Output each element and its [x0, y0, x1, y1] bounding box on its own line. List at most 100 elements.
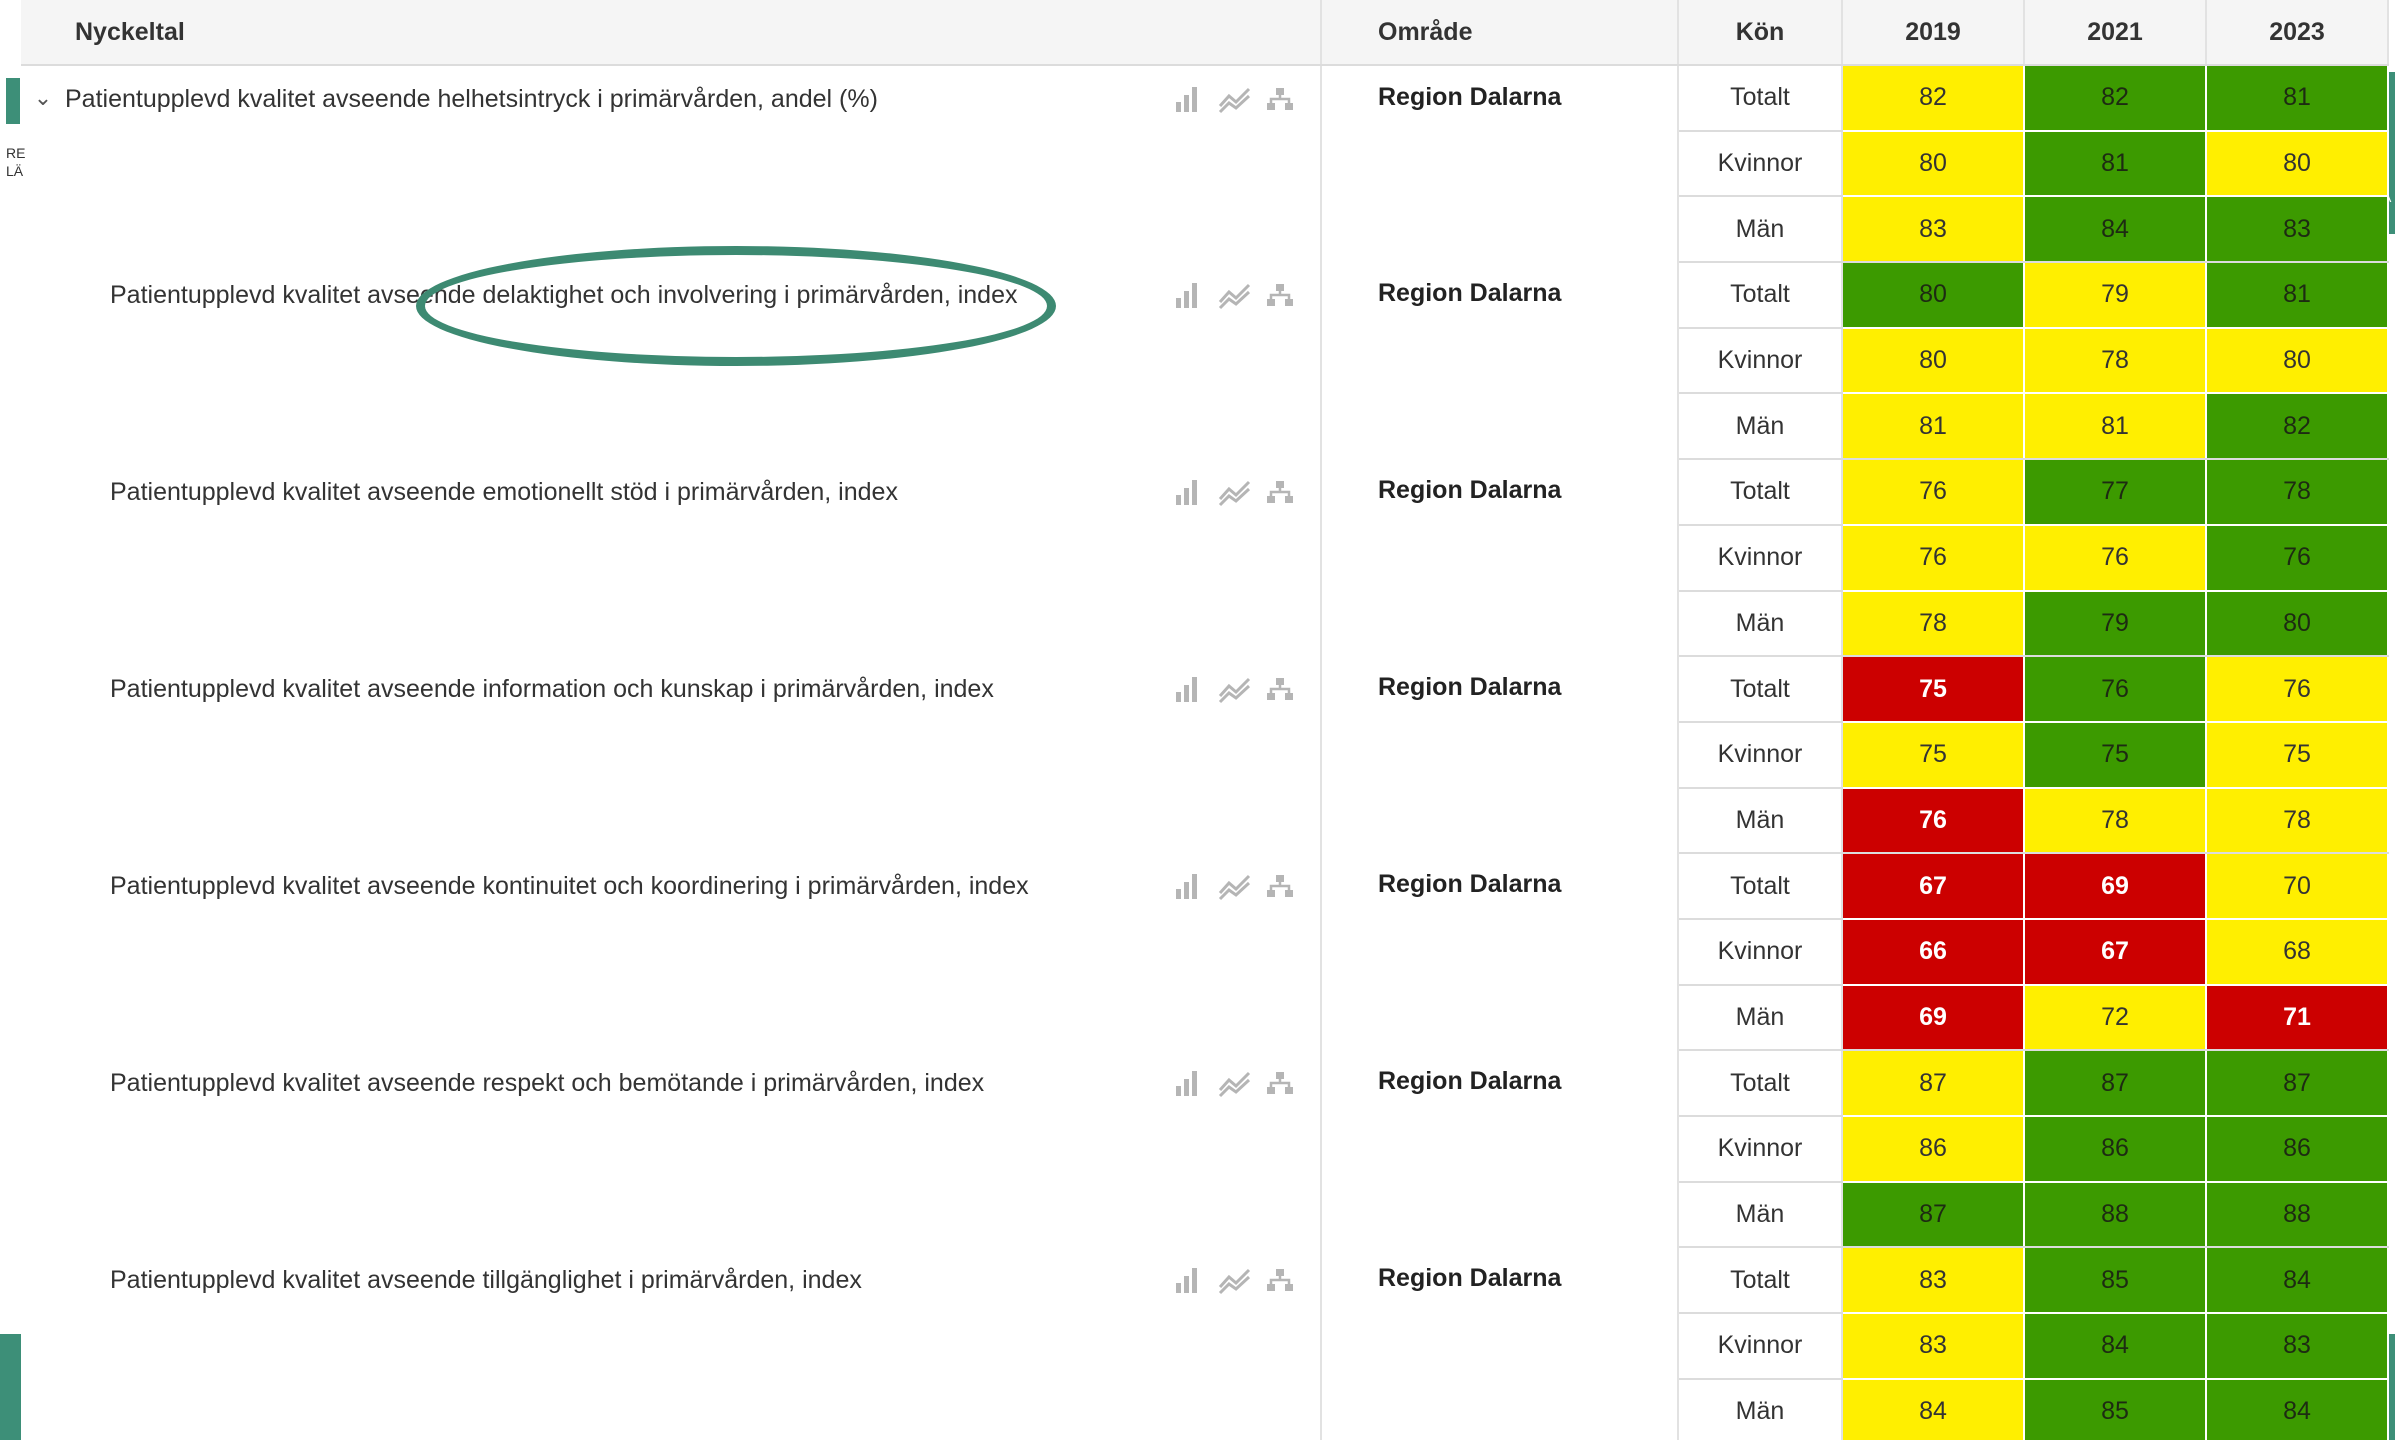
- value-cell[interactable]: 76: [2206, 656, 2389, 723]
- kpi-name[interactable]: Patientupplevd kvalitet avseende delakti…: [110, 280, 1017, 310]
- value-cell[interactable]: 76: [1842, 787, 2025, 855]
- trend-line-icon[interactable]: [1218, 1265, 1251, 1295]
- value-cell[interactable]: 86: [2024, 1116, 2207, 1183]
- value-cell[interactable]: 83: [2206, 1313, 2389, 1380]
- value-cell[interactable]: 88: [2024, 1181, 2207, 1249]
- value-cell[interactable]: 67: [1842, 853, 2025, 920]
- value-cell[interactable]: 83: [2206, 196, 2389, 264]
- value-cell[interactable]: 78: [2024, 787, 2207, 855]
- value-cell[interactable]: 78: [2206, 459, 2389, 526]
- sex-cell: Kvinnor: [1678, 130, 1843, 198]
- value-cell[interactable]: 78: [2206, 787, 2389, 855]
- value-cell[interactable]: 80: [1842, 130, 2025, 198]
- value-cell[interactable]: 71: [2206, 984, 2389, 1052]
- value-cell[interactable]: 87: [2206, 1050, 2389, 1117]
- value-cell[interactable]: 79: [2024, 590, 2207, 658]
- trend-line-icon[interactable]: [1218, 84, 1251, 114]
- value-cell[interactable]: 87: [1842, 1050, 2025, 1117]
- value-cell[interactable]: 75: [2024, 721, 2207, 789]
- hierarchy-icon[interactable]: [1264, 674, 1296, 704]
- value-cell[interactable]: 85: [2024, 1247, 2207, 1315]
- value-cell[interactable]: 83: [1842, 196, 2025, 264]
- kpi-name[interactable]: Patientupplevd kvalitet avseende informa…: [110, 674, 994, 704]
- value-cell[interactable]: 84: [2206, 1378, 2389, 1440]
- value-cell[interactable]: 80: [1842, 262, 2025, 329]
- value-cell[interactable]: 76: [2024, 656, 2207, 723]
- value-cell[interactable]: 80: [2206, 590, 2389, 658]
- value-cell[interactable]: 76: [1842, 524, 2025, 592]
- value-cell[interactable]: 66: [1842, 918, 2025, 986]
- trend-line-icon[interactable]: [1218, 674, 1251, 704]
- value-cell[interactable]: 82: [2206, 393, 2389, 461]
- value-cell[interactable]: 79: [2024, 262, 2207, 329]
- kpi-name[interactable]: Patientupplevd kvalitet avseende helhets…: [65, 84, 878, 114]
- value-cell[interactable]: 83: [1842, 1313, 2025, 1380]
- kpi-name[interactable]: Patientupplevd kvalitet avseende emotion…: [110, 477, 898, 507]
- hierarchy-icon[interactable]: [1264, 1068, 1296, 1098]
- value-cell[interactable]: 81: [2024, 393, 2207, 461]
- value-cell[interactable]: 87: [1842, 1181, 2025, 1249]
- hierarchy-icon[interactable]: [1264, 871, 1296, 901]
- value-cell[interactable]: 75: [1842, 656, 2025, 723]
- value-cell[interactable]: 69: [2024, 853, 2207, 920]
- bar-chart-icon[interactable]: [1172, 280, 1204, 310]
- value-cell[interactable]: 84: [2206, 1247, 2389, 1315]
- trend-line-icon[interactable]: [1218, 280, 1251, 310]
- bar-chart-icon[interactable]: [1172, 1068, 1204, 1098]
- value-cell[interactable]: 83: [1842, 1247, 2025, 1315]
- value-cell[interactable]: 78: [2024, 327, 2207, 395]
- bar-chart-icon[interactable]: [1172, 871, 1204, 901]
- header-omrade[interactable]: Område: [1321, 0, 1679, 66]
- value-cell[interactable]: 76: [2024, 524, 2207, 592]
- value-cell[interactable]: 80: [2206, 130, 2389, 198]
- chevron-down-icon[interactable]: ⌄: [21, 84, 65, 112]
- value-cell[interactable]: 82: [2024, 65, 2207, 132]
- value-cell[interactable]: 85: [2024, 1378, 2207, 1440]
- trend-line-icon[interactable]: [1218, 871, 1251, 901]
- value-cell[interactable]: 77: [2024, 459, 2207, 526]
- bar-chart-icon[interactable]: [1172, 1265, 1204, 1295]
- bar-chart-icon[interactable]: [1172, 84, 1204, 114]
- value-cell[interactable]: 86: [2206, 1116, 2389, 1183]
- value-cell[interactable]: 70: [2206, 853, 2389, 920]
- value-cell[interactable]: 69: [1842, 984, 2025, 1052]
- row-tools: [1172, 280, 1296, 310]
- bar-chart-icon[interactable]: [1172, 674, 1204, 704]
- trend-line-icon[interactable]: [1218, 1068, 1251, 1098]
- hierarchy-icon[interactable]: [1264, 84, 1296, 114]
- value-cell[interactable]: 86: [1842, 1116, 2025, 1183]
- value-cell[interactable]: 80: [2206, 327, 2389, 395]
- value-cell[interactable]: 84: [2024, 1313, 2207, 1380]
- value-cell[interactable]: 75: [2206, 721, 2389, 789]
- header-year-2023[interactable]: 2023: [2206, 0, 2389, 66]
- value-cell[interactable]: 76: [2206, 524, 2389, 592]
- value-cell[interactable]: 76: [1842, 459, 2025, 526]
- value-cell[interactable]: 80: [1842, 327, 2025, 395]
- hierarchy-icon[interactable]: [1264, 477, 1296, 507]
- header-year-2019[interactable]: 2019: [1842, 0, 2025, 66]
- value-cell[interactable]: 78: [1842, 590, 2025, 658]
- header-year-2021[interactable]: 2021: [2024, 0, 2207, 66]
- value-cell[interactable]: 81: [1842, 393, 2025, 461]
- value-cell[interactable]: 72: [2024, 984, 2207, 1052]
- bar-chart-icon[interactable]: [1172, 477, 1204, 507]
- value-cell[interactable]: 82: [1842, 65, 2025, 132]
- kpi-name[interactable]: Patientupplevd kvalitet avseende respekt…: [110, 1068, 984, 1098]
- value-cell[interactable]: 81: [2206, 65, 2389, 132]
- value-cell[interactable]: 68: [2206, 918, 2389, 986]
- kpi-name[interactable]: Patientupplevd kvalitet avseende tillgän…: [110, 1265, 862, 1295]
- value-cell[interactable]: 75: [1842, 721, 2025, 789]
- value-cell[interactable]: 84: [1842, 1378, 2025, 1440]
- value-cell[interactable]: 84: [2024, 196, 2207, 264]
- header-nyckeltal[interactable]: Nyckeltal: [21, 0, 1322, 66]
- header-kon[interactable]: Kön: [1678, 0, 1843, 66]
- kpi-name[interactable]: Patientupplevd kvalitet avseende kontinu…: [110, 871, 1029, 901]
- hierarchy-icon[interactable]: [1264, 280, 1296, 310]
- value-cell[interactable]: 87: [2024, 1050, 2207, 1117]
- value-cell[interactable]: 81: [2206, 262, 2389, 329]
- value-cell[interactable]: 67: [2024, 918, 2207, 986]
- hierarchy-icon[interactable]: [1264, 1265, 1296, 1295]
- trend-line-icon[interactable]: [1218, 477, 1251, 507]
- value-cell[interactable]: 81: [2024, 130, 2207, 198]
- value-cell[interactable]: 88: [2206, 1181, 2389, 1249]
